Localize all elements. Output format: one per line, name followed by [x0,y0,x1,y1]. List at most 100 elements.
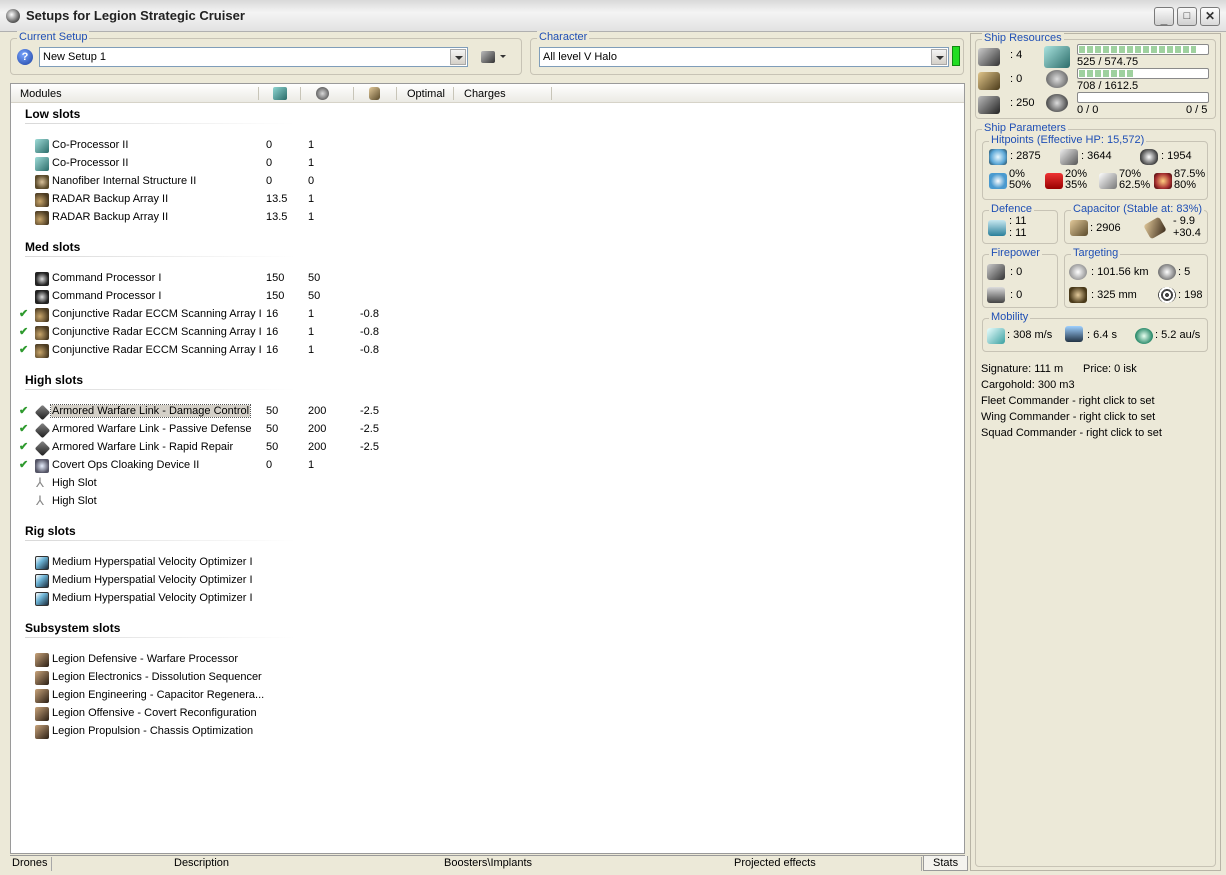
module-name[interactable]: Legion Offensive - Covert Reconfiguratio… [52,707,257,719]
module-name[interactable]: Nanofiber Internal Structure II [52,175,196,187]
column-charges[interactable]: Charges [464,88,506,100]
hitpoints-group: Hitpoints (Effective HP: 15,572) : 2875 … [982,134,1208,200]
module-row[interactable]: Legion Defensive - Warfare Processor [11,651,431,669]
module-name[interactable]: Medium Hyperspatial Velocity Optimizer I [52,592,253,604]
module-row[interactable]: ✔ Conjunctive Radar ECCM Scanning Array I… [11,324,431,342]
column-modules[interactable]: Modules [20,88,62,100]
setup-select[interactable]: New Setup 1 [39,47,468,67]
close-button[interactable]: ✕ [1200,7,1220,26]
module-name[interactable]: Legion Defensive - Warfare Processor [52,653,238,665]
module-row[interactable]: Command Processor I 150 50 [11,270,431,288]
module-row[interactable]: Medium Hyperspatial Velocity Optimizer I [11,572,431,590]
module-row[interactable]: High Slot [11,475,431,493]
active-check-icon[interactable]: ✔ [19,440,28,453]
setup-tools-button[interactable] [481,49,509,65]
ship-parameters-label: Ship Parameters [982,122,1068,134]
module-row[interactable]: Co-Processor II 0 1 [11,137,431,155]
module-row[interactable]: ✔ Armored Warfare Link - Damage Control 50… [11,403,431,421]
targeting-range-icon [1069,264,1087,280]
module-powergrid: 0 [308,175,315,187]
active-check-icon[interactable]: ✔ [19,404,28,417]
module-icon [35,211,49,225]
module-name[interactable]: Armored Warfare Link - Rapid Repair [52,441,233,453]
module-row[interactable]: ✔ Conjunctive Radar ECCM Scanning Array I… [11,342,431,360]
module-name[interactable]: Armored Warfare Link - Damage Control [49,404,252,418]
defence-label: Defence [989,203,1034,215]
module-row[interactable]: Nanofiber Internal Structure II 0 0 [11,173,431,191]
module-row[interactable]: ✔ Conjunctive Radar ECCM Scanning Array I… [11,306,431,324]
active-check-icon[interactable]: ✔ [19,343,28,356]
module-powergrid: 200 [308,441,327,453]
active-check-icon[interactable]: ✔ [19,325,28,338]
module-row[interactable]: ✔ Covert Ops Cloaking Device II 0 1 [11,457,431,475]
column-optimal[interactable]: Optimal [407,88,445,100]
module-row[interactable]: Co-Processor II 0 1 [11,155,431,173]
tab-drones[interactable]: Drones [12,857,47,869]
turret-dps-icon [987,264,1005,280]
fleet-commander[interactable]: Fleet Commander - right click to set [981,395,1155,407]
module-row[interactable]: Legion Electronics - Dissolution Sequenc… [11,669,431,687]
signature-radius: Signature: 111 m [981,363,1064,375]
module-powergrid: 1 [308,211,315,223]
chevron-down-icon[interactable] [450,49,466,65]
wing-commander[interactable]: Wing Commander - right click to set [981,411,1155,423]
warp-speed-icon [1135,328,1153,344]
module-icon [35,574,49,588]
kinetic-resist-icon [1099,173,1117,189]
thermal-resist-icon [1045,173,1063,189]
defence-top: : 11 [1009,215,1027,227]
module-cpu: 50 [266,441,279,453]
module-row[interactable]: Medium Hyperspatial Velocity Optimizer I [11,590,431,608]
module-name[interactable]: Command Processor I [52,290,161,302]
maximize-button[interactable]: □ [1177,7,1197,26]
module-row[interactable]: Command Processor I 150 50 [11,288,431,306]
module-capacitor: -0.8 [360,308,379,320]
module-powergrid: 200 [308,423,327,435]
tab-stats[interactable]: Stats [923,856,969,871]
module-name[interactable]: Legion Propulsion - Chassis Optimization [52,725,253,737]
module-row[interactable]: Legion Offensive - Covert Reconfiguratio… [11,705,431,723]
calibration: : 250 [1010,97,1035,109]
tab-description[interactable]: Description [174,857,229,869]
module-row[interactable]: Legion Propulsion - Chassis Optimization [11,723,431,741]
module-row[interactable]: RADAR Backup Array II 13.5 1 [11,209,431,227]
character-select[interactable]: All level V Halo [539,47,949,67]
module-name[interactable]: Covert Ops Cloaking Device II [52,459,199,471]
module-name[interactable]: High Slot [52,495,97,507]
module-name[interactable]: Command Processor I [52,272,161,284]
module-name[interactable]: Legion Engineering - Capacitor Regenera.… [52,689,264,701]
module-name[interactable]: RADAR Backup Array II [52,211,168,223]
tab-boosters-implants[interactable]: Boosters\Implants [444,857,532,869]
module-name[interactable]: Conjunctive Radar ECCM Scanning Array I [52,308,262,320]
module-row[interactable]: Legion Engineering - Capacitor Regenera.… [11,687,431,705]
capacitor-icon[interactable] [369,87,380,100]
tab-projected-effects[interactable]: Projected effects [734,857,816,869]
active-check-icon[interactable]: ✔ [19,307,28,320]
active-check-icon[interactable]: ✔ [19,458,28,471]
explosive-resist-armor: 80% [1174,179,1197,191]
minimize-button[interactable]: _ [1154,7,1174,26]
module-name[interactable]: High Slot [52,477,97,489]
module-name[interactable]: Conjunctive Radar ECCM Scanning Array I [52,344,262,356]
cpu-icon[interactable] [273,87,287,100]
help-icon[interactable]: ? [17,49,33,65]
module-name[interactable]: Co-Processor II [52,157,128,169]
active-check-icon[interactable]: ✔ [19,422,28,435]
module-name[interactable]: RADAR Backup Array II [52,193,168,205]
chevron-down-icon[interactable] [931,49,947,65]
module-name[interactable]: Co-Processor II [52,139,128,151]
module-row[interactable]: Medium Hyperspatial Velocity Optimizer I [11,554,431,572]
module-name[interactable]: Conjunctive Radar ECCM Scanning Array I [52,326,262,338]
module-row[interactable]: ✔ Armored Warfare Link - Passive Defense 5… [11,421,431,439]
module-name[interactable]: Medium Hyperspatial Velocity Optimizer I [52,574,253,586]
module-row[interactable]: High Slot [11,493,431,511]
module-row[interactable]: ✔ Armored Warfare Link - Rapid Repair 50 20… [11,439,431,457]
module-name[interactable]: Legion Electronics - Dissolution Sequenc… [52,671,262,683]
powergrid-icon[interactable] [316,87,329,100]
module-name[interactable]: Medium Hyperspatial Velocity Optimizer I [52,556,253,568]
module-cpu: 50 [266,423,279,435]
squad-commander[interactable]: Squad Commander - right click to set [981,427,1162,439]
module-row[interactable]: RADAR Backup Array II 13.5 1 [11,191,431,209]
module-name[interactable]: Armored Warfare Link - Passive Defense [52,423,252,435]
module-cpu: 150 [266,272,285,284]
